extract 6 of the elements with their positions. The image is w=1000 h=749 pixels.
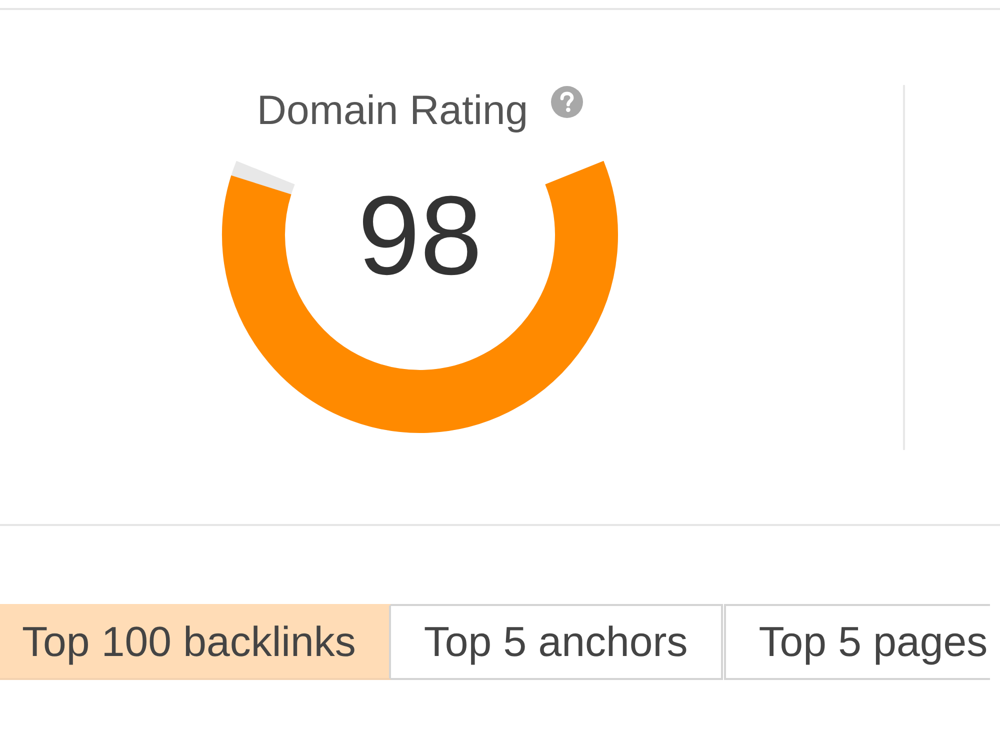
help-icon[interactable] [551, 86, 584, 118]
tab[interactable]: Top 5 anchors [390, 604, 723, 680]
metric-value: 98 [358, 180, 482, 292]
metric-title: Domain Rating [256, 86, 528, 134]
tab[interactable]: Top 5 pages [724, 604, 990, 680]
tab[interactable]: Top 100 backlinks [0, 604, 391, 680]
